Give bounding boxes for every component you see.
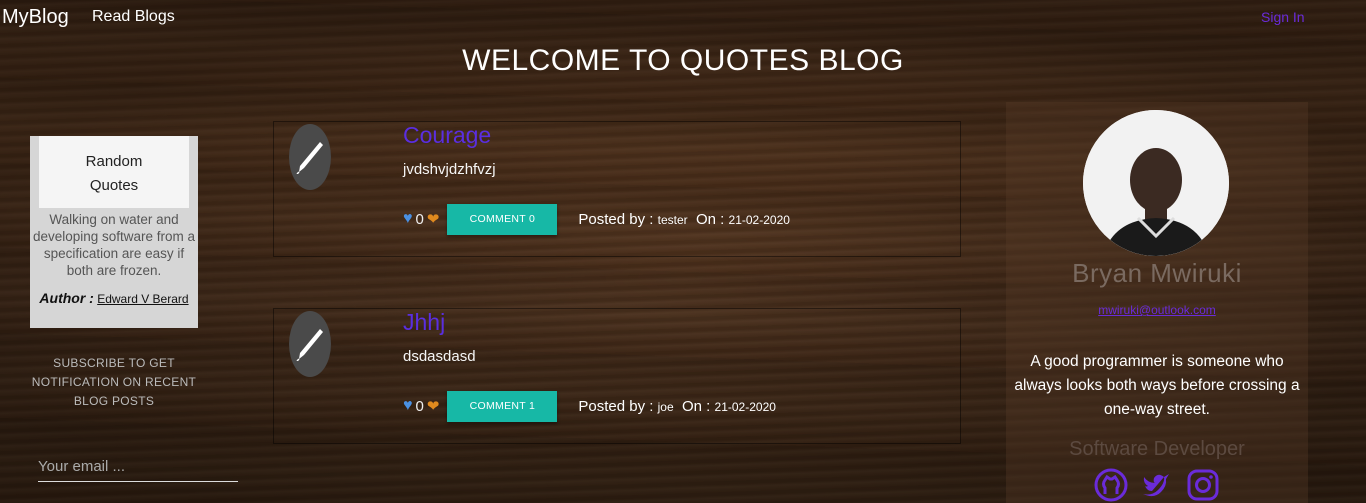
heartbeat-icon[interactable]: ❤ [427,397,440,415]
posted-by-label: Posted by : [578,397,654,415]
post-card [273,121,961,257]
profile-name: Bryan Mwiruki [1072,258,1242,288]
post-meta: ♥ 0 ❤ COMMENT 0 Posted by : tester On : … [403,203,790,235]
post-card [273,308,961,444]
post-author: joe [657,399,674,414]
sign-in-link[interactable]: Sign In [1261,9,1305,25]
on-label: On : [696,210,725,228]
github-icon[interactable] [1094,468,1128,502]
profile-card: Bryan Mwiruki mwiruki@outlook.com A good… [1006,102,1308,503]
post-date: 21-02-2020 [714,399,776,414]
post-title[interactable]: Courage [403,122,491,149]
random-quote-text: Walking on water and developing software… [32,212,196,278]
like-count: 0 [415,397,424,415]
post-title[interactable]: Jhhj [403,309,445,336]
random-quote-author: Author : Edward V Berard [30,290,198,306]
social-links [1094,468,1220,503]
subscribe-text: SUBSCRIBE TO GET NOTIFICATION ON RECENT … [30,354,198,411]
post-date: 21-02-2020 [728,212,790,227]
comment-button[interactable]: COMMENT 1 [447,390,558,422]
random-quote-card: Random Quotes Walking on water and devel… [30,136,198,328]
on-label: On : [682,397,711,415]
avatar [1083,110,1229,256]
instagram-icon[interactable] [1186,468,1220,502]
like-heart-icon[interactable]: ♥ [403,397,413,415]
post-body: jvdshvjdzhfvzj [403,161,496,178]
like-heart-icon[interactable]: ♥ [403,210,413,228]
comment-button[interactable]: COMMENT 0 [447,203,558,235]
random-quote-heading-line2: Quotes [89,177,139,194]
navbar: MyBlog Read Blogs Sign In [0,0,1366,34]
brand-logo[interactable]: MyBlog [2,6,69,29]
page-title: WELCOME TO QUOTES BLOG [462,44,904,77]
profile-email-link[interactable]: mwiruki@outlook.com [1006,303,1308,317]
random-quote-heading: Random Quotes [39,136,189,208]
posted-by: Posted by : joe On : 21-02-2020 [578,398,776,415]
subscribe-line1: SUBSCRIBE TO GET [53,356,175,370]
posted-by: Posted by : tester On : 21-02-2020 [578,211,790,228]
nav-read-blogs[interactable]: Read Blogs [92,8,175,26]
post-author: tester [657,212,688,227]
author-label: Author : [39,290,94,306]
author-name-link[interactable]: Edward V Berard [97,292,188,306]
heartbeat-icon[interactable]: ❤ [427,210,440,228]
posted-by-label: Posted by : [578,210,654,228]
post-meta: ♥ 0 ❤ COMMENT 1 Posted by : joe On : 21-… [403,390,776,422]
post-body: dsdasdasd [403,348,476,365]
like-count: 0 [415,210,424,228]
random-quote-heading-line1: Random [85,153,143,170]
subscribe-line3: BLOG POSTS [73,394,155,408]
twitter-icon[interactable] [1140,468,1174,502]
profile-role: Software Developer [1069,438,1245,460]
profile-quote: A good programmer is someone who always … [1014,353,1300,418]
email-input[interactable] [38,452,238,482]
subscribe-line2: NOTIFICATION ON RECENT [31,375,197,389]
